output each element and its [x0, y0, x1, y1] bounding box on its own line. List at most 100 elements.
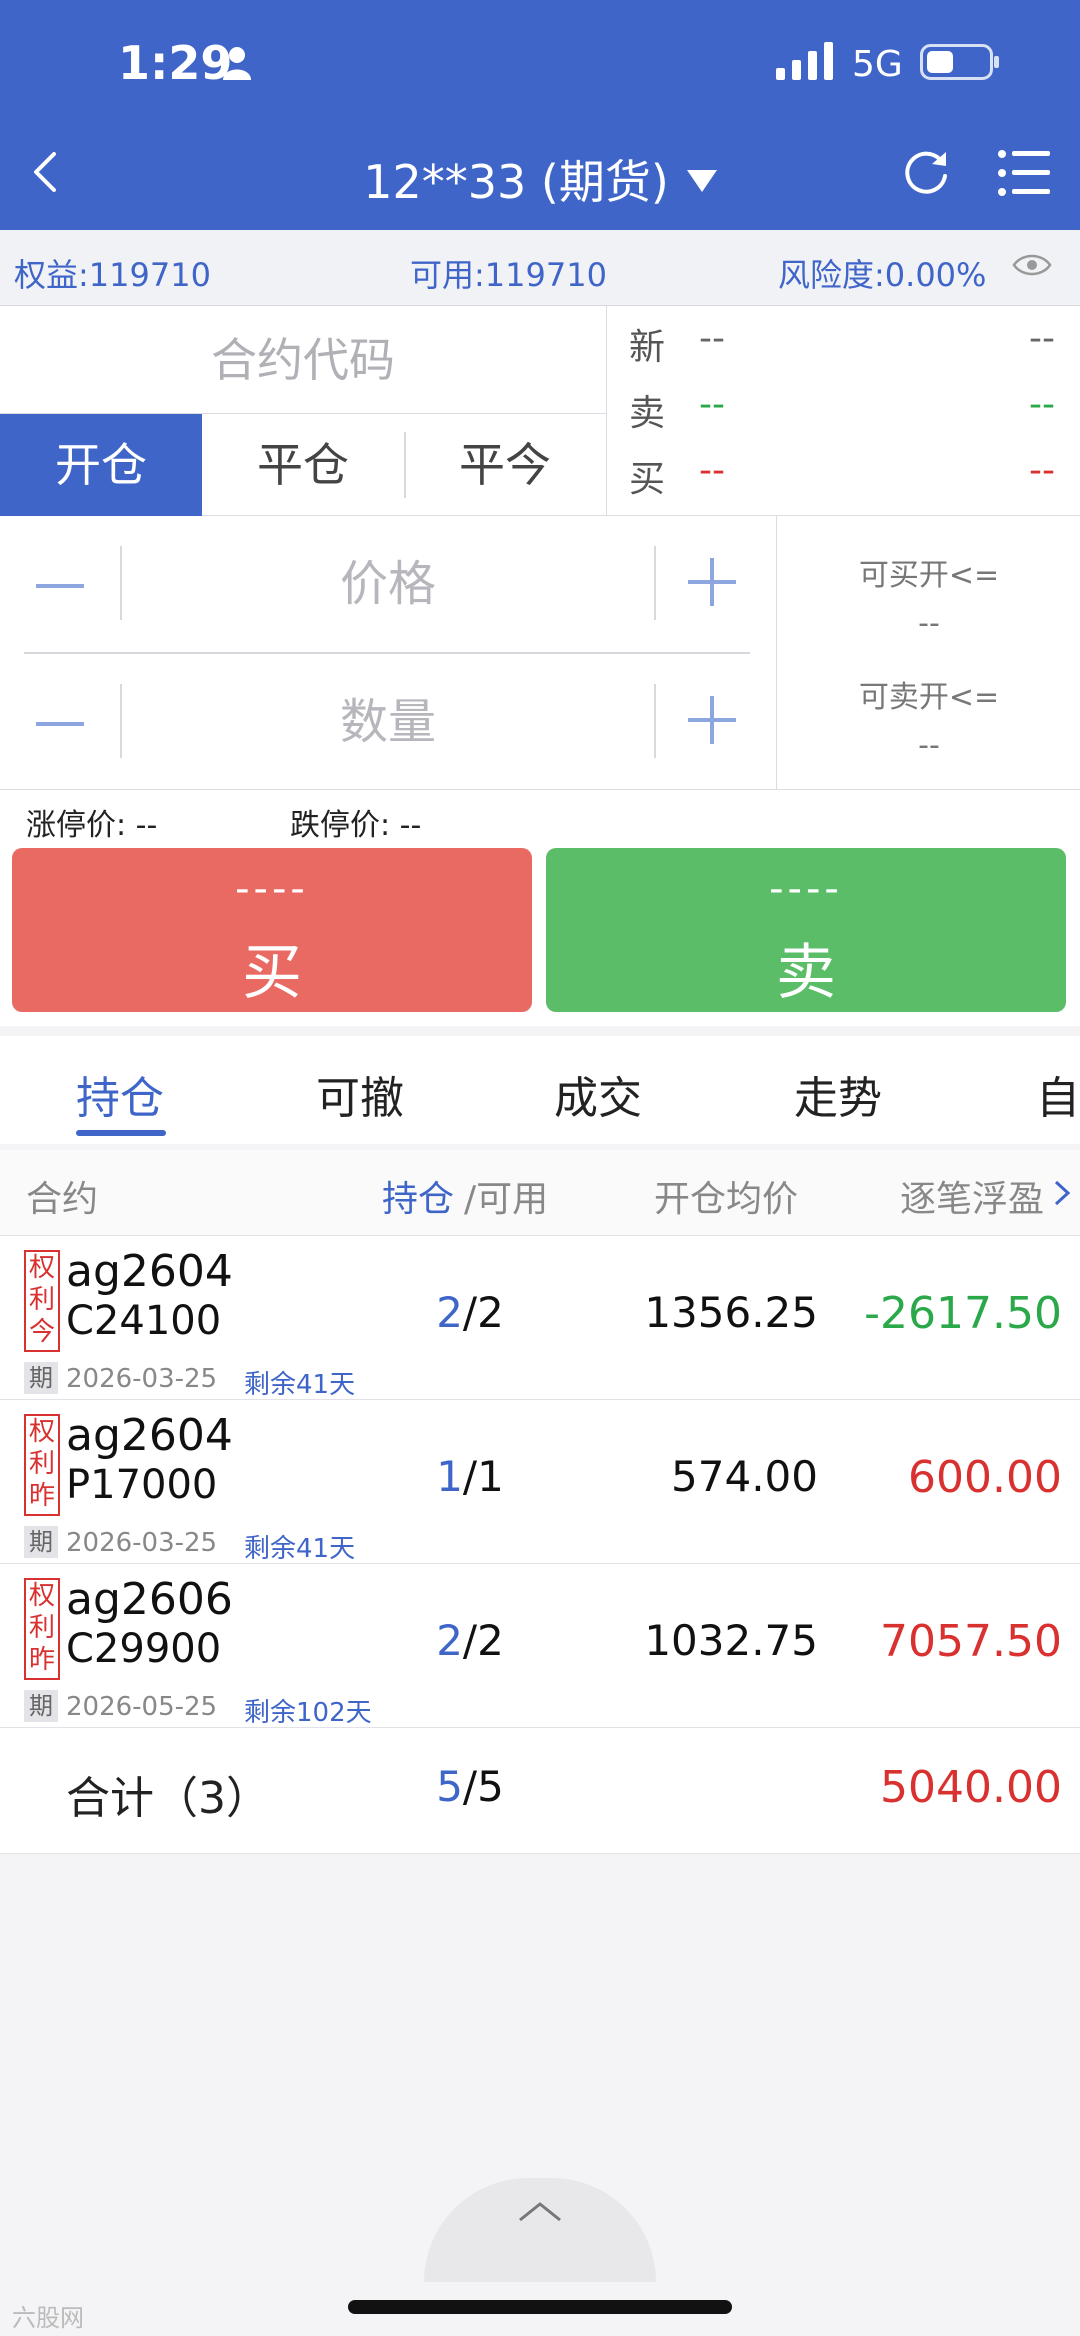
contract-code: ag2604	[66, 1246, 233, 1297]
quantity-input[interactable]	[124, 680, 652, 764]
contract-strike: C24100	[66, 1298, 222, 1344]
futures-tag: 期	[24, 1362, 58, 1394]
price-plus-icon[interactable]	[682, 552, 742, 612]
tab-positions[interactable]: 持仓	[76, 1062, 164, 1126]
can-sell-value: --	[918, 728, 940, 763]
chevron-right-icon[interactable]	[1050, 1178, 1074, 1208]
quote-latest-label: 新	[629, 327, 666, 368]
limit-up-price: 涨停价: --	[26, 808, 158, 843]
quote-latest: 新 -- --	[607, 310, 1080, 374]
avg-open-price: 1356.25	[644, 1288, 818, 1337]
total-label: 合计（3）	[66, 1773, 270, 1824]
contract-code: ag2604	[66, 1410, 233, 1461]
tab-cancelable[interactable]: 可撤	[316, 1062, 404, 1126]
expire-date: 2026-03-25	[66, 1528, 218, 1558]
quote-latest-price: --	[699, 318, 725, 359]
menu-icon[interactable]	[998, 150, 1050, 196]
table-row[interactable]: 权利昨 ag2606 C29900 期 2026-05-25 剩余102天 2/…	[0, 1564, 1080, 1728]
contract-code: ag2606	[66, 1574, 233, 1625]
open-close-tabs: 开仓 平仓 平今	[0, 414, 606, 516]
price-minus-icon[interactable]	[30, 556, 90, 616]
option-type-tag: 权利昨	[24, 1578, 60, 1680]
floating-pnl: 7057.50	[880, 1616, 1062, 1667]
days-remaining: 剩余41天	[244, 1370, 356, 1400]
available-value: 可用:119710	[410, 256, 607, 294]
quote-ask: 卖 -- --	[607, 376, 1080, 440]
quantity-plus-icon[interactable]	[682, 690, 742, 750]
person-icon	[223, 47, 251, 80]
header-pnl[interactable]: 逐笔浮盈	[900, 1170, 1044, 1222]
can-buy-value: --	[918, 606, 940, 641]
header-available[interactable]: /可用	[464, 1170, 548, 1222]
header-position[interactable]: 持仓	[382, 1170, 454, 1222]
quote-ask-price: --	[699, 384, 725, 425]
account-title: 12**33 (期货)	[363, 155, 669, 209]
buy-label: 买	[242, 938, 302, 1008]
expire-date: 2026-05-25	[66, 1692, 218, 1722]
table-row[interactable]: 权利今 ag2604 C24100 期 2026-03-25 剩余41天 2/2…	[0, 1236, 1080, 1400]
app-header: 1:29 5G 12**33 (期货)	[0, 0, 1080, 230]
tab-filled[interactable]: 成交	[554, 1062, 642, 1126]
buy-button[interactable]: ---- 买	[12, 848, 532, 1012]
trade-buttons: ---- 买 ---- 卖	[0, 846, 1080, 1026]
days-remaining: 剩余41天	[244, 1534, 356, 1564]
tab-close[interactable]: 平仓	[202, 414, 404, 516]
floating-pnl: -2617.50	[864, 1288, 1062, 1339]
status-time: 1:29	[118, 36, 233, 90]
refresh-icon[interactable]	[902, 148, 950, 196]
buy-price: ----	[235, 866, 309, 912]
price-input[interactable]	[124, 542, 652, 626]
network-label: 5G	[852, 44, 903, 85]
quote-ask-label: 卖	[629, 393, 666, 434]
position-qty: 2/2	[436, 1616, 504, 1665]
eye-icon[interactable]	[1012, 250, 1052, 280]
table-header: 合约 持仓/可用 开仓均价 逐笔浮盈	[0, 1150, 1080, 1236]
table-row[interactable]: 权利昨 ag2604 P17000 期 2026-03-25 剩余41天 1/1…	[0, 1400, 1080, 1564]
order-entry-fields: 可买开<= -- 可卖开<= --	[0, 516, 1080, 790]
position-qty: 1/1	[436, 1452, 504, 1501]
price-stepper	[24, 516, 750, 652]
total-position-qty: 5/5	[436, 1762, 504, 1811]
available-qty-panel: 可买开<= -- 可卖开<= --	[776, 516, 1080, 790]
futures-tag: 期	[24, 1690, 58, 1722]
quantity-minus-icon[interactable]	[30, 694, 90, 754]
contract-strike: C29900	[66, 1626, 222, 1672]
active-tab-indicator	[76, 1130, 166, 1136]
sell-label: 卖	[776, 938, 836, 1008]
floating-pnl: 600.00	[908, 1452, 1062, 1503]
equity-value: 权益:119710	[14, 256, 211, 294]
risk-value: 风险度:0.00%	[778, 256, 987, 294]
expand-panel-button[interactable]	[424, 2178, 656, 2282]
battery-icon	[920, 44, 999, 80]
main-tabs: 持仓 可撤 成交 走势 自	[0, 1036, 1080, 1144]
option-type-tag: 权利今	[24, 1250, 60, 1352]
avg-open-price: 1032.75	[644, 1616, 818, 1665]
quantity-stepper	[24, 654, 750, 790]
days-remaining: 剩余102天	[244, 1698, 372, 1728]
quote-ask-volume: --	[1029, 384, 1055, 425]
tab-trend[interactable]: 走势	[794, 1062, 882, 1126]
order-entry-top: 开仓 平仓 平今 新 -- -- 卖 -- -- 买 -- --	[0, 306, 1080, 516]
total-pnl: 5040.00	[880, 1762, 1062, 1813]
positions-table: 合约 持仓/可用 开仓均价 逐笔浮盈 权利今 ag2604 C24100 期 2…	[0, 1150, 1080, 1854]
quote-bid-volume: --	[1029, 450, 1055, 491]
sell-price: ----	[769, 866, 843, 912]
signal-icon	[776, 42, 833, 80]
tab-custom[interactable]: 自	[1036, 1062, 1080, 1126]
limit-down-price: 跌停价: --	[290, 808, 422, 843]
header-contract: 合约	[26, 1179, 99, 1220]
quote-latest-volume: --	[1029, 318, 1055, 359]
sell-button[interactable]: ---- 卖	[546, 848, 1066, 1012]
can-buy-label: 可买开<=	[858, 558, 1000, 593]
account-summary-bar: 权益:119710 可用:119710 风险度:0.00%	[0, 230, 1080, 306]
total-row: 合计（3） 5/5 5040.00	[0, 1728, 1080, 1854]
contract-code-input[interactable]	[0, 306, 606, 414]
quote-bid: 买 -- --	[607, 442, 1080, 506]
header-avg-price[interactable]: 开仓均价	[654, 1170, 798, 1222]
tab-open[interactable]: 开仓	[0, 414, 202, 516]
tab-close-today[interactable]: 平今	[404, 414, 606, 516]
can-sell-label: 可卖开<=	[858, 680, 1000, 715]
quote-bid-label: 买	[629, 459, 666, 500]
caret-down-icon	[686, 170, 717, 192]
home-indicator[interactable]	[348, 2300, 732, 2314]
